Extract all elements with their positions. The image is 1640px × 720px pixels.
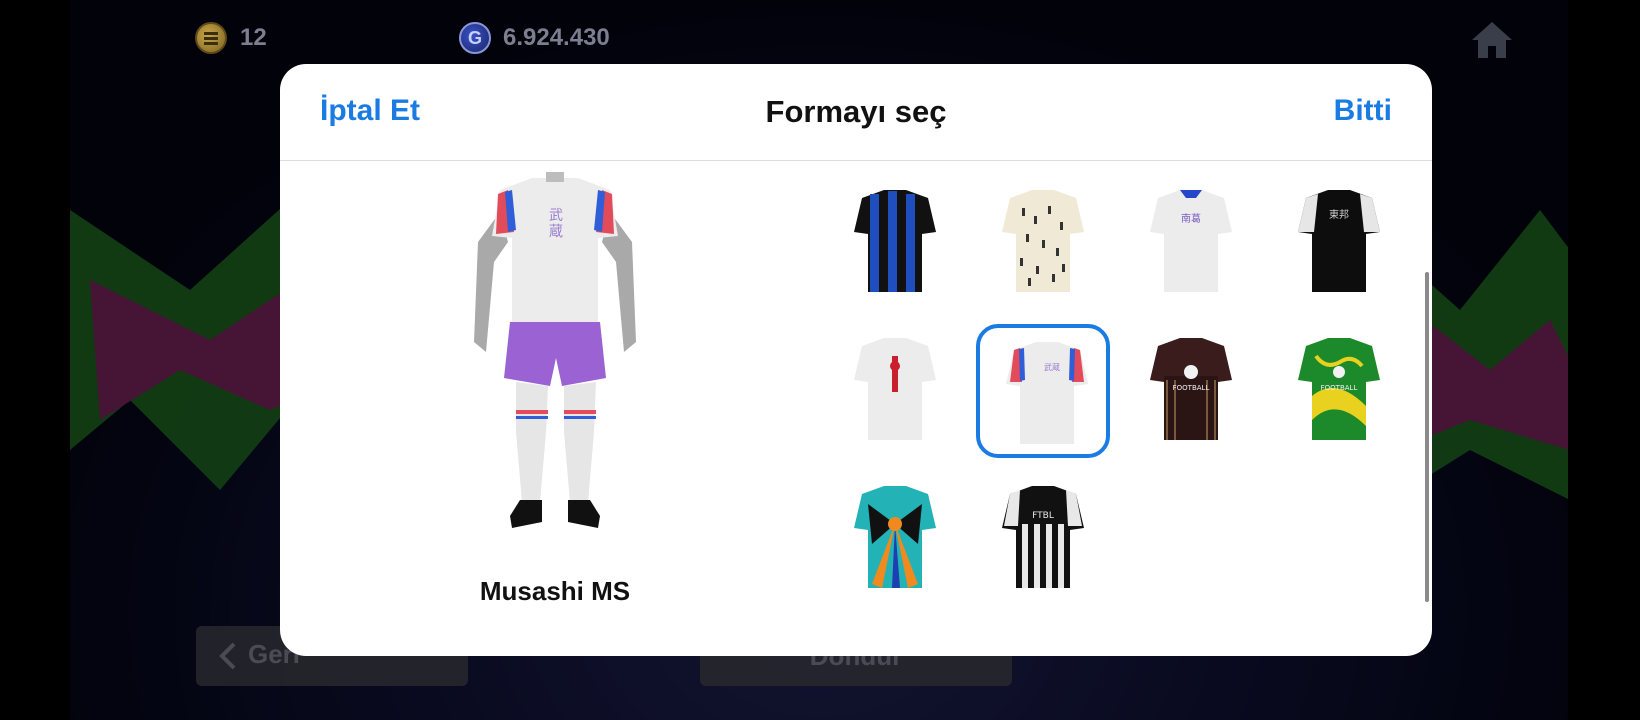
- kit-preview-figure: 武 蔵: [474, 172, 636, 528]
- coin-balance: 12: [240, 24, 267, 51]
- kit-option-8[interactable]: FOOTBALL: [1272, 324, 1406, 458]
- dialog-header: İptal Et Formayı seç Bitti: [280, 64, 1432, 161]
- svg-text:蔵: 蔵: [549, 224, 563, 240]
- dialog-title: Formayı seç: [765, 94, 947, 129]
- chevron-left-icon: [219, 642, 236, 670]
- kit-option-7[interactable]: FOOTBALL: [1124, 324, 1258, 458]
- svg-text:東邦: 東邦: [1329, 208, 1349, 221]
- kit-option-9[interactable]: [828, 472, 962, 606]
- kit-option-2[interactable]: [976, 176, 1110, 310]
- gp-balance: 6.924.430: [503, 24, 610, 51]
- right-letterbox: [1568, 0, 1640, 720]
- gp-icon: G: [459, 22, 491, 54]
- kit-select-dialog: İptal Et Formayı seç Bitti 武 蔵 Musashi M…: [280, 64, 1432, 656]
- kit-option-10[interactable]: FTBL: [976, 472, 1110, 606]
- kit-option-4[interactable]: 東邦: [1272, 176, 1406, 310]
- kit-grid: 南葛 東邦 武蔵 FOOTBALL FOOTBALL FTBL: [828, 176, 1420, 626]
- kit-option-6-selected[interactable]: 武蔵: [976, 324, 1110, 458]
- svg-text:南葛: 南葛: [1181, 212, 1201, 225]
- svg-text:武: 武: [549, 208, 563, 224]
- left-letterbox: [0, 0, 70, 720]
- svg-text:FOOTBALL: FOOTBALL: [1173, 384, 1210, 392]
- coin-icon: [195, 22, 227, 54]
- kit-option-1[interactable]: [828, 176, 962, 310]
- home-icon[interactable]: [1470, 20, 1514, 60]
- selected-kit-name: Musashi MS: [479, 576, 631, 606]
- done-button[interactable]: Bitti: [1334, 94, 1392, 128]
- kit-grid-scrollbar[interactable]: [1425, 272, 1429, 602]
- kit-option-5[interactable]: [828, 324, 962, 458]
- svg-text:FTBL: FTBL: [1032, 511, 1054, 521]
- svg-text:FOOTBALL: FOOTBALL: [1321, 384, 1358, 392]
- top-hud: 12 G 6.924.430: [0, 10, 1640, 58]
- svg-text:武蔵: 武蔵: [1044, 362, 1060, 372]
- kit-option-3[interactable]: 南葛: [1124, 176, 1258, 310]
